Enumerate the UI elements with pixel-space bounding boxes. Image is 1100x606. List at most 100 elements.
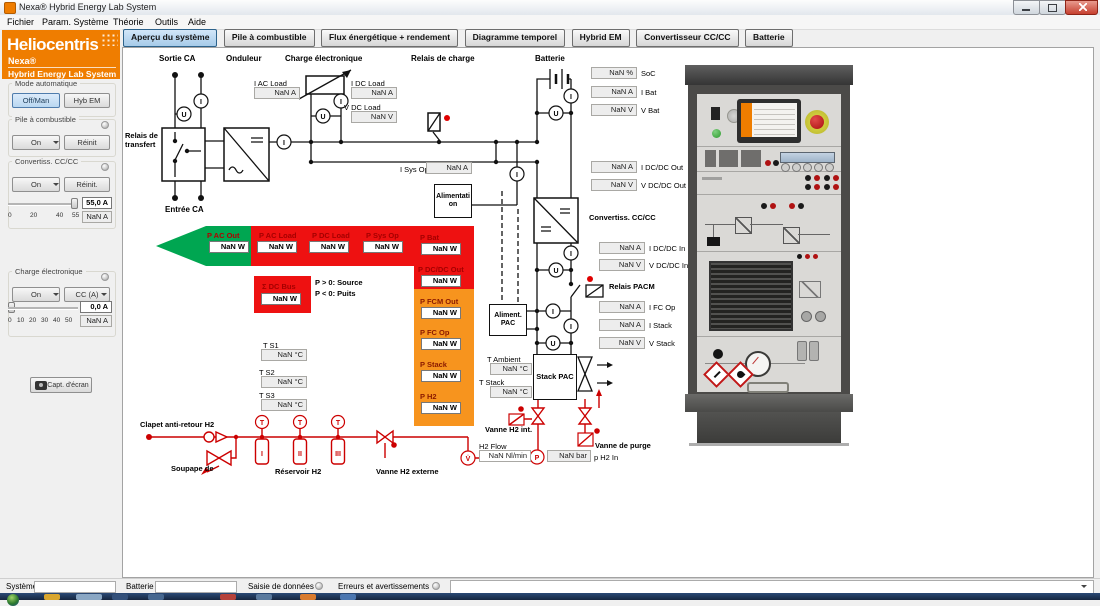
taskbar-icon-7[interactable] [300, 594, 316, 600]
minimize-button[interactable] [1013, 0, 1040, 15]
taskbar-icon-5[interactable] [220, 594, 236, 600]
p-h2-value: NaN W [421, 402, 461, 414]
brand-logo: Heliocentris [7, 35, 98, 55]
screenshot-button[interactable]: Capt. d'écran [30, 377, 92, 393]
i-fc-op-label: I FC Op [649, 303, 675, 312]
equipment-cabinet-photo [685, 65, 853, 447]
dcdc-slider-track[interactable] [8, 203, 78, 206]
brand-product: Nexa® [8, 56, 36, 66]
label-sortie-ca: Sortie CA [159, 54, 195, 63]
label-entree-ca: Entrée CA [165, 205, 204, 214]
i-fc-op-value: NaN A [599, 301, 645, 313]
i-dcdc-in-value: NaN A [599, 242, 645, 254]
group-load-title: Charge électronique [12, 267, 86, 276]
label-soupape: Soupape de [171, 464, 214, 473]
sum-dc-bus-label: Σ DC Bus [262, 282, 296, 291]
load-tick-0: 0 [8, 317, 12, 324]
i-bat-value: NaN A [591, 86, 637, 98]
load-mode-dropdown-icon [101, 293, 107, 299]
off-man-button[interactable]: Off/Man [12, 93, 60, 108]
tab-pile-a-combustible[interactable]: Pile à combustible [224, 29, 315, 47]
maximize-button[interactable] [1039, 0, 1066, 15]
menu-bar: Fichier Param. Système Théorie Outils Ai… [0, 15, 1100, 30]
svg-text:U: U [553, 268, 558, 275]
label-vanne-h2-int: Vanne H2 int. [485, 425, 532, 434]
tab-apercu-du-systeme[interactable]: Aperçu du système [123, 29, 217, 47]
screenshot-button-label: Capt. d'écran [47, 382, 88, 389]
green-power-button [712, 129, 721, 138]
tab-batterie[interactable]: Batterie [745, 29, 793, 47]
i-sys-op-value: NaN A [426, 162, 472, 174]
brand-system: Hybrid Energy Lab System [8, 69, 116, 79]
messages-dropdown-icon [1081, 585, 1087, 591]
i-stack-label: I Stack [649, 321, 672, 330]
t-ambient-value: NaN °C [490, 363, 532, 375]
menu-fichier[interactable]: Fichier [7, 17, 34, 27]
group-mode-title: Mode automatique [12, 79, 80, 88]
taskbar-icon-4[interactable] [148, 594, 164, 600]
dcdc-on-dropdown-icon [53, 183, 59, 189]
menu-theorie[interactable]: Théorie [113, 17, 144, 27]
note-source: P > 0: Source [315, 278, 363, 287]
label-batterie: Batterie [535, 54, 565, 63]
i-stack-value: NaN A [599, 319, 645, 331]
taskbar-icon-1[interactable] [44, 594, 60, 600]
label-relais-de-charge: Relais de charge [411, 54, 475, 63]
svg-text:P: P [535, 455, 540, 462]
svg-text:III: III [335, 451, 341, 458]
start-orb[interactable] [7, 594, 19, 606]
t-s1-value: NaN °C [261, 349, 307, 361]
fc-reset-button[interactable]: Réinit [64, 135, 110, 150]
dcdc-slider-handle[interactable] [71, 198, 78, 209]
load-tick-40: 40 [53, 317, 60, 324]
tab-convertisseur-cc-cc[interactable]: Convertisseur CC/CC [636, 29, 738, 47]
dcdc-setpoint-value: 55,0 A [82, 197, 112, 209]
load-tick-50: 50 [65, 317, 72, 324]
svg-text:T: T [336, 420, 341, 427]
v-stack-label: V Stack [649, 339, 675, 348]
status-data-label: Saisie de données [248, 582, 314, 591]
dcdc-tick-20: 20 [30, 212, 37, 219]
dcdc-tick-0: 0 [8, 212, 12, 219]
p-stack-label: P Stack [420, 360, 447, 369]
menu-outils[interactable]: Outils [155, 17, 178, 27]
brand-dots-icon [101, 33, 118, 46]
svg-text:I: I [261, 451, 263, 458]
t-stack-value: NaN °C [490, 386, 532, 398]
v-bat-value: NaN V [591, 104, 637, 116]
taskbar-icon-2[interactable] [76, 594, 102, 600]
fc-on-dropdown-icon [53, 141, 59, 147]
close-button[interactable] [1065, 0, 1098, 15]
label-vanne-de-purge: Vanne de purge [595, 441, 651, 450]
p-fcm-out-value: NaN W [421, 307, 461, 319]
group-dcdc-title: Convertiss. CC/CC [12, 157, 81, 166]
tab-hybrid-em[interactable]: Hybrid EM [572, 29, 630, 47]
status-battery-field [155, 581, 237, 593]
menu-aide[interactable]: Aide [188, 17, 206, 27]
label-reservoir-h2: Réservoir H2 [275, 467, 321, 476]
p-dc-load-label: P DC Load [312, 231, 350, 240]
note-sink: P < 0: Puits [315, 289, 356, 298]
tab-diagramme-temporel[interactable]: Diagramme temporel [465, 29, 566, 47]
tab-flux-energetique-rendement[interactable]: Flux énergétique + rendement [321, 29, 458, 47]
t-s3-value: NaN °C [261, 399, 307, 411]
status-system-label: Système [6, 582, 37, 591]
i-dcdc-out-value: NaN A [591, 161, 637, 173]
v-dcdc-in-value: NaN V [599, 259, 645, 271]
label-convertiss-cccc: Convertiss. CC/CC [589, 213, 656, 222]
dcdc-reset-button[interactable]: Réinit. [64, 177, 110, 192]
i-sys-op-label: I Sys Op [400, 165, 429, 174]
brand-divider [8, 67, 116, 68]
taskbar-icon-8[interactable] [340, 594, 356, 600]
svg-text:V̇: V̇ [466, 455, 471, 463]
svg-text:T: T [260, 420, 265, 427]
i-bat-label: I Bat [641, 88, 656, 97]
taskbar-icon-3[interactable] [112, 594, 128, 600]
load-slider-track[interactable] [8, 307, 78, 310]
maximize-icon [1048, 4, 1057, 12]
menu-param-systeme[interactable]: Param. Système [42, 17, 109, 27]
taskbar-icon-6[interactable] [256, 594, 272, 600]
messages-combo[interactable] [450, 580, 1094, 594]
hyb-em-button[interactable]: Hyb EM [64, 93, 110, 108]
close-icon [1079, 3, 1087, 11]
